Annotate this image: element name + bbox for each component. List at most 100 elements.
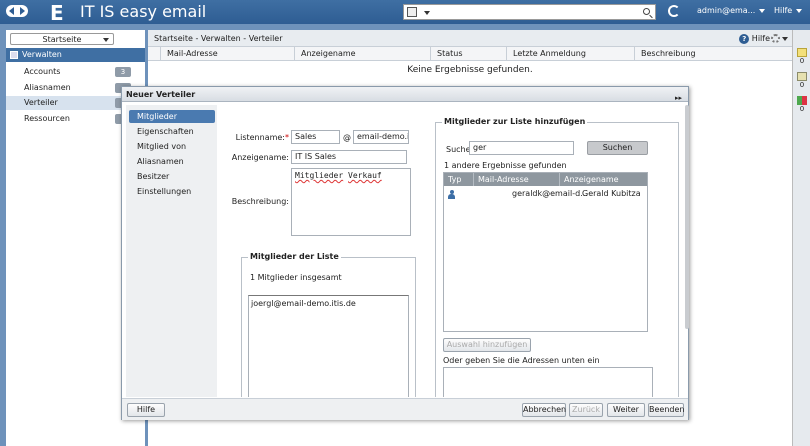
dialog-tab-mitglieder[interactable]: Mitglieder [129,110,215,123]
listname-label-text: Listenname: [235,133,285,142]
dialog-title: Neuer Verteiler [126,90,196,99]
members-list[interactable]: joergl@email-demo.itis.de [248,295,409,397]
notes-button[interactable]: 0 [796,48,808,65]
next-button[interactable]: Weiter [607,403,645,417]
new-distribution-list-dialog: Neuer Verteiler ▸▸ Mitglieder Eigenschaf… [121,86,689,420]
breadcrumb: Startseite - Verwalten - Verteiler [154,34,283,43]
tasks-button[interactable]: 0 [796,72,808,89]
displayname-label: Anzeigename: [231,153,289,162]
member-search-input[interactable]: ger [469,141,574,155]
help-menu[interactable]: Hilfe [774,6,803,15]
task-icon [797,72,807,81]
sidebar-item-label: Aliasnamen [24,83,71,92]
description-text: Verkauf [348,171,382,180]
column-header[interactable]: Letzte Anmeldung [506,47,634,61]
result-count: 1 andere Ergebnisse gefunden [444,161,567,170]
displayname-input[interactable]: IT IS Sales [291,150,407,164]
listname-label: Listenname:* [218,133,289,142]
search-button[interactable]: Suchen [587,141,648,155]
back-button[interactable]: Zurück [569,403,603,417]
description-text: Mitglieder [295,171,344,180]
dialog-tab-eigenschaften[interactable]: Eigenschaften [129,125,215,138]
admin-icon [10,51,18,59]
gear-icon[interactable] [771,34,780,43]
dialog-nav: Mitglieder Eigenschaften Mitglied von Al… [126,105,217,397]
count-badge: 3 [115,67,131,77]
sidebar-item-label: Ressourcen [24,114,70,123]
help-button[interactable]: ? Hilfe [739,33,770,44]
dialog-footer: Hilfe Abbrechen Zurück Weiter Beenden [122,398,688,420]
chevron-down-icon [796,8,803,13]
chevron-down-icon[interactable] [782,37,788,41]
app-title: IT IS easy email [80,2,207,21]
chevron-down-icon [759,8,766,13]
description-textarea[interactable]: Mitglieder Verkauf [291,168,411,236]
notes-count: 0 [799,57,805,65]
column-header[interactable]: Anzeigename [294,47,430,61]
alerts-count: 0 [799,105,805,113]
required-marker: * [285,133,289,142]
app-logo: E [50,1,64,25]
column-header[interactable]: Anzeigename [560,173,649,186]
dialog-tab-aliasnamen[interactable]: Aliasnamen [129,155,215,168]
sidebar-section-header[interactable]: Verwalten [6,48,145,62]
user-menu[interactable]: admin@ema... [697,6,766,15]
global-search-input[interactable] [403,4,656,20]
right-toolbar: 0 0 0 [792,30,810,446]
help-label: Hilfe [751,34,770,43]
dialog-tab-besitzer[interactable]: Besitzer [129,170,215,183]
breadcrumb-bar: Startseite - Verwalten - Verteiler ? Hil… [148,30,792,47]
search-results-table: Typ Mail-Adresse Anzeigename geraldk@ema… [443,172,648,332]
chevron-down-icon [103,38,109,42]
column-header[interactable]: Beschreibung [634,47,792,61]
sidebar-item-label: Accounts [24,67,61,76]
members-count: 1 Mitglieder insgesamt [250,273,342,282]
user-icon [448,190,455,199]
sidebar-item-label: Verteiler [24,98,58,107]
arrow-right-icon[interactable] [20,7,25,15]
dialog-tab-einstellungen[interactable]: Einstellungen [129,185,215,198]
chevron-down-icon[interactable] [424,11,430,15]
user-name: admin@ema... [697,6,756,15]
column-header[interactable]: Status [430,47,506,61]
help-label: Hilfe [774,6,793,15]
domain-select[interactable]: email-demo.itis [353,130,409,144]
result-name: Gerald Kubitza [582,189,641,198]
sidebar-select-value: Startseite [42,35,82,44]
tasks-count: 0 [799,81,805,89]
sidebar-item-accounts[interactable]: Accounts 3 [6,65,145,79]
back-forward-buttons[interactable] [6,5,28,17]
results-table-header: Typ Mail-Adresse Anzeigename [444,173,647,186]
table-row[interactable]: geraldk@email-d... Gerald Kubitza [444,188,647,200]
column-header[interactable]: Mail-Adresse [160,47,294,61]
alerts-button[interactable]: 0 [796,96,808,113]
members-legend: Mitglieder der Liste [248,252,341,261]
help-button[interactable]: Hilfe [127,403,165,417]
listname-input[interactable]: Sales [291,130,340,144]
arrow-left-icon[interactable] [9,7,14,15]
sidebar-select[interactable]: Startseite [10,33,114,45]
at-symbol: @ [343,133,351,142]
column-header[interactable]: Mail-Adresse [474,173,560,186]
manual-addresses-textarea[interactable] [443,367,653,397]
result-mail: geraldk@email-d... [512,189,588,198]
search-type-icon[interactable] [407,7,417,17]
top-bar: E IT IS easy email admin@ema... Hilfe [0,0,810,25]
manual-entry-hint: Oder geben Sie die Adressen unten ein [443,356,600,365]
help-icon: ? [739,33,750,44]
dialog-content: Listenname:* Sales @ email-demo.itis Anz… [218,105,680,397]
refresh-icon[interactable] [668,5,680,17]
search-icon[interactable] [643,8,650,15]
cancel-button[interactable]: Abbrechen [522,403,566,417]
collapse-icon[interactable]: ▸▸ [675,91,682,106]
dialog-title-bar[interactable]: Neuer Verteiler ▸▸ [122,87,688,102]
note-icon [797,48,807,57]
sidebar-section-label: Verwalten [22,50,62,59]
list-item[interactable]: joergl@email-demo.itis.de [251,299,356,308]
dialog-scrollbar[interactable] [685,105,689,329]
add-selection-button[interactable]: Auswahl hinzufügen [443,338,531,352]
dialog-tab-mitglied-von[interactable]: Mitglied von [129,140,215,153]
alert-icon [797,96,807,105]
column-header[interactable]: Typ [444,173,474,186]
finish-button[interactable]: Beenden [648,403,684,417]
